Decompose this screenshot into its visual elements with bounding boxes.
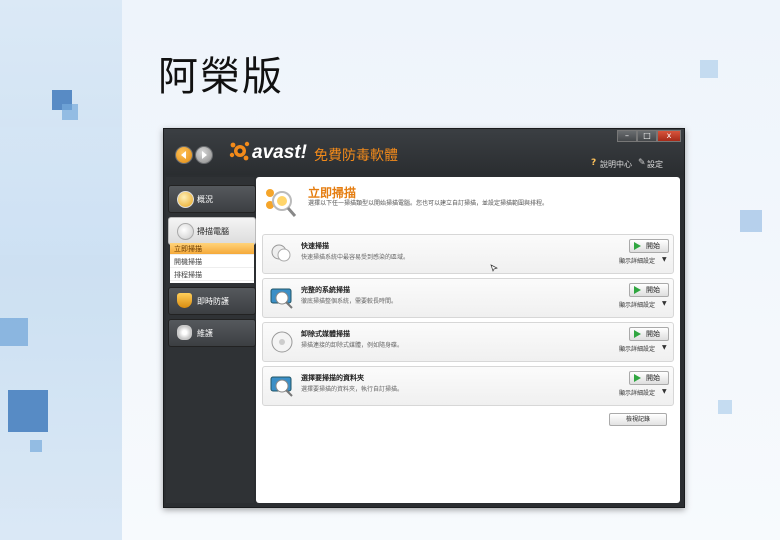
settings-dropdown[interactable]: 顯示詳細設定 (619, 388, 655, 397)
deco-square (62, 104, 78, 120)
subnav-item-boot-scan[interactable]: 開機掃描 (170, 256, 254, 268)
deco-square (0, 318, 28, 346)
scan-title: 完整的系統掃描 (301, 286, 350, 294)
dropdown-arrow-icon: ▼ (662, 300, 667, 307)
deco-square (8, 390, 48, 432)
sidebar-item-label: 掃描電腦 (197, 227, 229, 236)
deco-square (718, 400, 732, 414)
sidebar-item-overview[interactable]: 概況 (168, 185, 256, 213)
scan-title: 選擇要掃描的資料夾 (301, 374, 364, 382)
scan-option-quick: 快速掃描 快速掃描系統中最容易受到感染的區域。 開始 顯示詳細設定 ▼ (262, 234, 674, 274)
deco-square (700, 60, 718, 78)
dropdown-arrow-icon: ▼ (662, 388, 667, 395)
subnav-item-scan-now[interactable]: 立即掃描 (170, 243, 254, 255)
slide-title: 阿榮版 (158, 54, 284, 100)
logo-text: avast! (252, 142, 307, 163)
sidebar-item-realtime-shields[interactable]: 即時防護 (168, 287, 256, 315)
start-button[interactable]: 開始 (629, 371, 669, 385)
avast-logo-icon (229, 141, 250, 161)
minimize-button[interactable]: – (617, 130, 637, 142)
removable-media-icon (271, 331, 293, 353)
forward-button[interactable] (195, 146, 213, 164)
play-icon (634, 374, 641, 382)
settings-dropdown[interactable]: 顯示詳細設定 (619, 256, 655, 265)
scan-option-folder: 選擇要掃描的資料夾 選擇要掃描的資料夾，執行自訂掃描。 開始 顯示詳細設定 ▼ (262, 366, 674, 406)
start-button[interactable]: 開始 (629, 283, 669, 297)
settings-dropdown[interactable]: 顯示詳細設定 (619, 300, 655, 309)
settings-link[interactable]: 設定 (647, 159, 663, 170)
app-window: avast! 免費防毒軟體 – □ x ? 說明中心 ✎ 設定 概況 掃描電腦 … (163, 128, 685, 508)
scan-description: 掃描連接的卸除式媒體，例如隨身碟。 (301, 342, 404, 349)
help-center-link[interactable]: 說明中心 (600, 159, 632, 170)
view-log-button[interactable]: 檢視記錄 (609, 413, 667, 426)
play-icon (634, 286, 641, 294)
title-bar: avast! 免費防毒軟體 – □ x ? 說明中心 ✎ 設定 (164, 129, 684, 175)
start-button[interactable]: 開始 (629, 327, 669, 341)
scan-icon (177, 223, 194, 240)
wrench-icon: ✎ (638, 158, 646, 168)
quick-scan-icon (271, 244, 291, 262)
dropdown-arrow-icon: ▼ (662, 344, 667, 351)
sidebar: 概況 掃描電腦 立即掃描 開機掃描 排程掃描 即時防護 維護 (166, 177, 256, 503)
sidebar-item-label: 概況 (197, 195, 213, 204)
scan-magnifier-icon (266, 189, 297, 217)
scan-description: 徹底掃描整個系統，需要較長時間。 (301, 298, 398, 305)
deco-square (740, 210, 762, 232)
settings-dropdown[interactable]: 顯示詳細設定 (619, 344, 655, 353)
scan-option-removable: 卸除式媒體掃描 掃描連接的卸除式媒體，例如隨身碟。 開始 顯示詳細設定 ▼ (262, 322, 674, 362)
start-label: 開始 (646, 286, 660, 294)
scan-description: 選擇要掃描的資料夾，執行自訂掃描。 (301, 386, 404, 393)
sidebar-item-label: 即時防護 (197, 297, 229, 306)
sidebar-item-label: 維護 (197, 329, 213, 338)
main-content: 立即掃描 選擇以下任一掃描類型以開始掃描電腦。您也可以建立自訂掃描，並設定掃描範… (256, 177, 680, 503)
folder-scan-icon (270, 376, 293, 397)
play-icon (634, 330, 641, 338)
overview-icon (177, 191, 194, 208)
shield-icon (177, 293, 192, 308)
maximize-button[interactable]: □ (637, 130, 657, 142)
full-scan-icon (270, 288, 293, 309)
scan-title: 快速掃描 (301, 242, 329, 250)
product-name: 免費防毒軟體 (314, 147, 398, 163)
back-button[interactable] (175, 146, 193, 164)
scan-option-full: 完整的系統掃描 徹底掃描整個系統，需要較長時間。 開始 顯示詳細設定 ▼ (262, 278, 674, 318)
start-label: 開始 (646, 374, 660, 382)
play-icon (634, 242, 641, 250)
sidebar-item-scan[interactable]: 掃描電腦 (168, 217, 256, 245)
scan-subnav: 立即掃描 開機掃描 排程掃描 (170, 243, 254, 283)
sidebar-item-maintenance[interactable]: 維護 (168, 319, 256, 347)
close-button[interactable]: x (657, 130, 681, 142)
scan-title: 卸除式媒體掃描 (301, 330, 350, 338)
page-description: 選擇以下任一掃描類型以開始掃描電腦。您也可以建立自訂掃描，並設定掃描範圍與排程。 (308, 200, 549, 207)
deco-square (30, 440, 42, 452)
start-label: 開始 (646, 242, 660, 250)
dropdown-arrow-icon: ▼ (662, 256, 667, 263)
scan-description: 快速掃描系統中最容易受到感染的區域。 (301, 254, 410, 261)
start-button[interactable]: 開始 (629, 239, 669, 253)
help-icon: ? (591, 158, 597, 168)
mouse-cursor-icon (490, 264, 498, 272)
gear-icon (177, 325, 192, 340)
subnav-item-scheduled-scan[interactable]: 排程掃描 (170, 269, 254, 281)
background-decoration (0, 0, 122, 540)
start-label: 開始 (646, 330, 660, 338)
